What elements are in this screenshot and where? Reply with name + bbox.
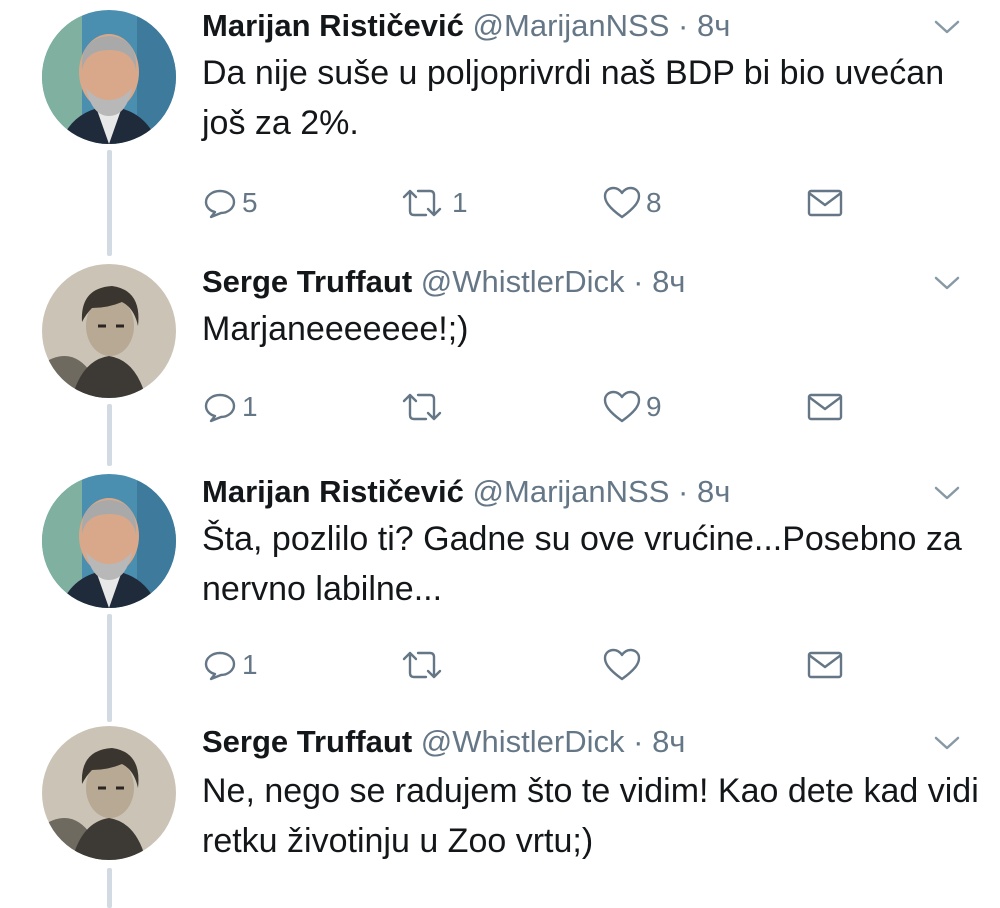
retweet-count: 1 [452, 187, 468, 218]
retweet-icon [396, 185, 448, 221]
avatar[interactable] [42, 726, 176, 860]
like-button[interactable]: 8 [602, 178, 662, 228]
author-handle[interactable]: @MarijanNSS [473, 474, 670, 509]
avatar[interactable] [42, 10, 176, 144]
author-handle[interactable]: @WhistlerDick [421, 264, 625, 299]
tweet[interactable]: Serge Truffaut @WhistlerDick · 8ч Marjan… [0, 256, 1000, 446]
separator: · [633, 264, 644, 299]
reply-count: 5 [242, 187, 258, 218]
like-count: 9 [646, 391, 662, 422]
retweet-button[interactable] [396, 640, 452, 690]
heart-icon [602, 185, 642, 221]
tweet-header: Serge Truffaut @WhistlerDick · 8ч [202, 258, 685, 306]
author-name[interactable]: Serge Truffaut [202, 264, 412, 299]
reply-icon [202, 647, 238, 683]
avatar[interactable] [42, 264, 176, 398]
reply-icon [202, 185, 238, 221]
dm-button[interactable] [806, 382, 844, 432]
tweet-header: Serge Truffaut @WhistlerDick · 8ч [202, 718, 685, 766]
retweet-button[interactable]: 1 [396, 178, 468, 228]
heart-icon [602, 647, 642, 683]
tweet[interactable]: Serge Truffaut @WhistlerDick · 8ч Ne, ne… [0, 722, 1000, 903]
reply-count: 1 [242, 391, 258, 422]
chevron-down-icon[interactable] [930, 730, 964, 754]
tweet[interactable]: Marijan Rističević @MarijanNSS · 8ч Da n… [0, 0, 1000, 240]
tweet-actions: 1 9 [202, 382, 962, 432]
tweet-header: Marijan Rističević @MarijanNSS · 8ч [202, 2, 730, 50]
reply-button[interactable]: 5 [202, 178, 258, 228]
tweet-actions: 1 [202, 640, 962, 690]
chevron-down-icon[interactable] [930, 14, 964, 38]
author-handle[interactable]: @WhistlerDick [421, 724, 625, 759]
timestamp[interactable]: 8ч [652, 264, 685, 299]
tweet-actions: 5 1 8 [202, 178, 962, 228]
envelope-icon [806, 649, 844, 681]
retweet-icon [396, 389, 448, 425]
author-name[interactable]: Marijan Rističević [202, 474, 464, 509]
timestamp[interactable]: 8ч [697, 474, 730, 509]
envelope-icon [806, 187, 844, 219]
separator: · [678, 8, 689, 43]
like-button[interactable]: 9 [602, 382, 662, 432]
dm-button[interactable] [806, 178, 844, 228]
envelope-icon [806, 391, 844, 423]
author-name[interactable]: Serge Truffaut [202, 724, 412, 759]
heart-icon [602, 389, 642, 425]
chevron-down-icon[interactable] [930, 480, 964, 504]
retweet-icon [396, 647, 448, 683]
chevron-down-icon[interactable] [930, 270, 964, 294]
reply-icon [202, 389, 238, 425]
reply-count: 1 [242, 649, 258, 680]
timestamp[interactable]: 8ч [652, 724, 685, 759]
tweet-header: Marijan Rističević @MarijanNSS · 8ч [202, 468, 730, 516]
like-button[interactable] [602, 640, 646, 690]
reply-button[interactable]: 1 [202, 640, 258, 690]
tweet-text: Ne, nego se radujem što te vidim! Kao de… [202, 772, 979, 860]
tweet-text: Šta, pozlilo ti? Gadne su ove vrućine...… [202, 520, 962, 608]
tweet-text: Marjaneeeeeee!;) [202, 310, 469, 348]
tweet-text: Da nije suše u poljoprivrdi naš BDP bi b… [202, 54, 945, 142]
dm-button[interactable] [806, 640, 844, 690]
author-name[interactable]: Marijan Rističević [202, 8, 464, 43]
tweet[interactable]: Marijan Rističević @MarijanNSS · 8ч Šta,… [0, 466, 1000, 706]
retweet-button[interactable] [396, 382, 452, 432]
separator: · [633, 724, 644, 759]
author-handle[interactable]: @MarijanNSS [473, 8, 670, 43]
reply-button[interactable]: 1 [202, 382, 258, 432]
avatar[interactable] [42, 474, 176, 608]
separator: · [678, 474, 689, 509]
timestamp[interactable]: 8ч [697, 8, 730, 43]
like-count: 8 [646, 187, 662, 218]
